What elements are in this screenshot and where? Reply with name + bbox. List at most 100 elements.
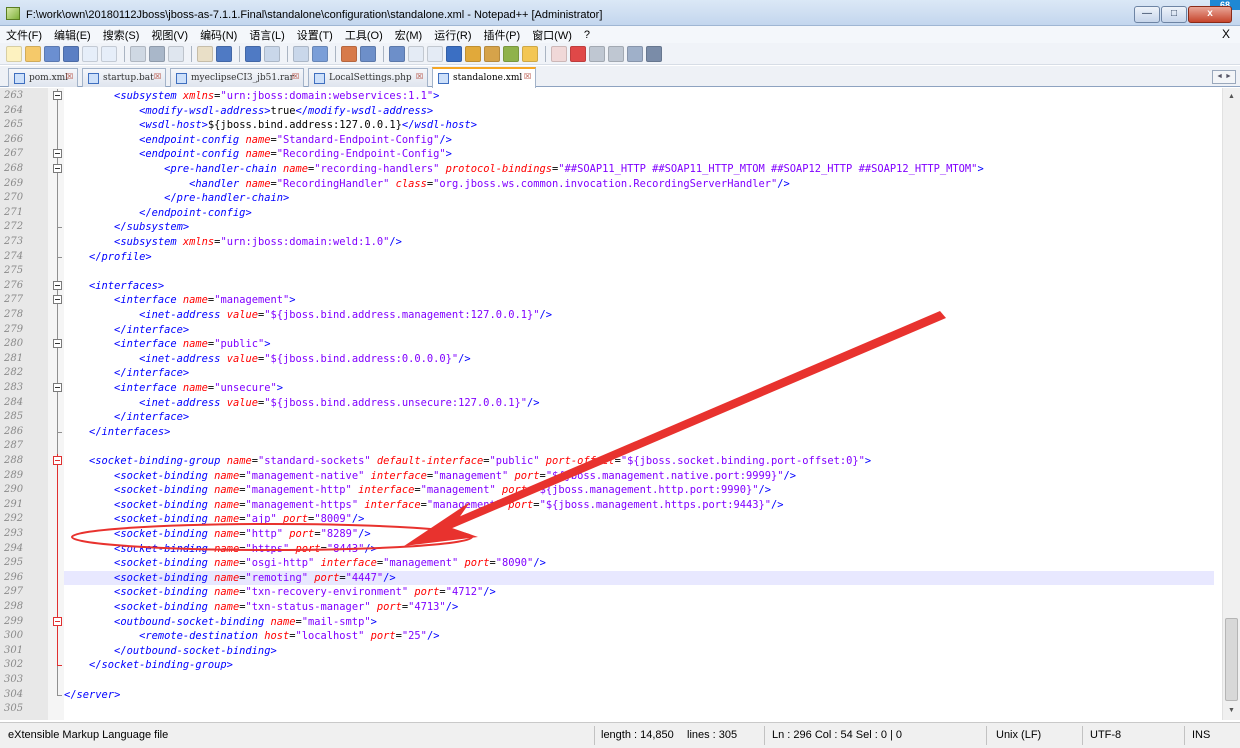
code-line[interactable]: 304 </server>	[4, 688, 1214, 703]
fold-toggle-icon[interactable]	[53, 616, 62, 626]
code-line[interactable]: 296 <socket-binding name="remoting" port…	[4, 570, 1214, 586]
folder-workspace-icon[interactable]	[522, 45, 538, 62]
code-line[interactable]: 283 <interface name="unsecure">	[4, 381, 1214, 396]
new-icon[interactable]	[6, 45, 22, 62]
code-line[interactable]: 302 </socket-binding-group>	[4, 658, 1214, 673]
tab-4[interactable]: standalone.xml ☒	[432, 67, 536, 88]
code-line[interactable]: 294 <socket-binding name="https" port="8…	[4, 542, 1214, 557]
code-line[interactable]: 286 </interfaces>	[4, 425, 1214, 440]
save-icon[interactable]	[44, 45, 60, 62]
code-line[interactable]: 272 </subsystem>	[4, 220, 1214, 235]
fold-toggle-icon[interactable]	[53, 149, 62, 159]
code-line[interactable]: 263 <subsystem xmlns="urn:jboss:domain:w…	[4, 89, 1214, 104]
save-macro-icon[interactable]	[646, 45, 662, 62]
code-line[interactable]: 293 <socket-binding name="http" port="82…	[4, 527, 1214, 542]
code-line[interactable]: 290 <socket-binding name="management-htt…	[4, 483, 1214, 498]
code-line[interactable]: 280 <interface name="public">	[4, 337, 1214, 352]
doc-map-icon[interactable]	[484, 45, 500, 62]
play-macro-icon[interactable]	[608, 45, 624, 62]
scroll-up-arrow-icon[interactable]: ▲	[1226, 91, 1237, 102]
fold-toggle-icon[interactable]	[53, 91, 62, 100]
code-line[interactable]: 300 <remote-destination host="localhost"…	[4, 629, 1214, 644]
code-line[interactable]: 305	[4, 702, 1214, 717]
code-line[interactable]: 298 <socket-binding name="txn-status-man…	[4, 600, 1214, 615]
tab-0[interactable]: pom.xml ☒	[8, 68, 78, 87]
sync-v-icon[interactable]	[360, 45, 376, 62]
tab-close-icon[interactable]: ☒	[524, 73, 533, 82]
zoom-in-icon[interactable]	[312, 45, 328, 62]
fold-toggle-icon[interactable]	[53, 295, 62, 305]
code-line[interactable]: 281 <inet-address value="${jboss.bind.ad…	[4, 352, 1214, 367]
menu-item-7[interactable]: 工具(O)	[339, 27, 389, 43]
close-window-button[interactable]: x	[1188, 6, 1232, 23]
find-icon[interactable]	[264, 45, 280, 62]
code-line[interactable]: 266 <endpoint-config name="Standard-Endp…	[4, 133, 1214, 148]
fold-toggle-icon[interactable]	[53, 280, 62, 290]
code-line[interactable]: 303	[4, 673, 1214, 688]
record-macro-icon[interactable]	[570, 45, 586, 62]
undo-icon[interactable]	[216, 45, 232, 62]
open-icon[interactable]	[25, 45, 41, 62]
fold-toggle-icon[interactable]	[53, 383, 62, 392]
code-line[interactable]: 278 <inet-address value="${jboss.bind.ad…	[4, 308, 1214, 323]
sync-h-icon[interactable]	[389, 45, 405, 62]
menu-item-6[interactable]: 设置(T)	[291, 27, 339, 43]
code-line[interactable]: 265 <wsdl-host>${jboss.bind.address:127.…	[4, 118, 1214, 133]
menu-item-4[interactable]: 编码(N)	[194, 27, 243, 43]
code-line[interactable]: 297 <socket-binding name="txn-recovery-e…	[4, 585, 1214, 600]
cut-icon[interactable]	[149, 45, 165, 62]
paste-icon[interactable]	[197, 45, 213, 62]
code-line[interactable]: 268 <pre-handler-chain name="recording-h…	[4, 162, 1214, 177]
code-line[interactable]: 287	[4, 439, 1214, 454]
code-line[interactable]: 284 <inet-address value="${jboss.bind.ad…	[4, 396, 1214, 411]
code-line[interactable]: 289 <socket-binding name="management-nat…	[4, 469, 1214, 484]
fold-margin[interactable]	[48, 88, 64, 720]
tab-2[interactable]: myeclipseCI3_jb51.rar ☒	[170, 68, 304, 87]
code-line[interactable]: 301 </outbound-socket-binding>	[4, 644, 1214, 659]
zoom-out-icon[interactable]	[341, 45, 357, 62]
all-chars-icon[interactable]	[427, 45, 443, 62]
copy-icon[interactable]	[168, 45, 184, 62]
user-lang-icon[interactable]	[465, 45, 481, 62]
menu-item-3[interactable]: 视图(V)	[145, 27, 194, 43]
fold-toggle-icon[interactable]	[53, 164, 62, 173]
code-line[interactable]: 288 <socket-binding-group name="standard…	[4, 454, 1214, 469]
tab-1[interactable]: startup.bat ☒	[82, 68, 166, 87]
monitor-icon[interactable]	[551, 45, 567, 62]
word-wrap-icon[interactable]	[408, 45, 424, 62]
tab-3[interactable]: LocalSettings.php ☒	[308, 68, 428, 87]
scrollbar-thumb[interactable]	[1225, 618, 1238, 701]
indent-guide-icon[interactable]	[446, 45, 462, 62]
code-line[interactable]: 273 <subsystem xmlns="urn:jboss:domain:w…	[4, 235, 1214, 250]
print-icon[interactable]	[130, 45, 146, 62]
tab-close-icon[interactable]: ☒	[66, 73, 75, 82]
menu-item-1[interactable]: 编辑(E)	[48, 27, 97, 43]
menu-item-2[interactable]: 搜索(S)	[97, 27, 146, 43]
code-line[interactable]: 277 <interface name="management">	[4, 293, 1214, 308]
code-line[interactable]: 275	[4, 264, 1214, 279]
code-line[interactable]: 270 </pre-handler-chain>	[4, 191, 1214, 206]
replace-icon[interactable]	[293, 45, 309, 62]
tab-close-icon[interactable]: ☒	[292, 73, 301, 82]
redo-icon[interactable]	[245, 45, 261, 62]
close-document-button[interactable]: X	[1222, 27, 1230, 41]
code-editor[interactable]: 263 <subsystem xmlns="urn:jboss:domain:w…	[0, 88, 1240, 720]
fold-toggle-icon[interactable]	[53, 456, 62, 465]
run-macro-multiple-icon[interactable]	[627, 45, 643, 62]
code-line[interactable]: 269 <handler name="RecordingHandler" cla…	[4, 177, 1214, 192]
maximize-button[interactable]: □	[1161, 6, 1187, 23]
fold-toggle-icon[interactable]	[53, 339, 62, 349]
menu-item-8[interactable]: 宏(M)	[389, 27, 429, 43]
scroll-down-arrow-icon[interactable]: ▼	[1226, 705, 1237, 716]
menu-item-12[interactable]: ?	[578, 29, 596, 41]
code-line[interactable]: 292 <socket-binding name="ajp" port="800…	[4, 512, 1214, 527]
tab-scroll-arrows[interactable]: ◄ ►	[1212, 70, 1236, 84]
stop-macro-icon[interactable]	[589, 45, 605, 62]
code-line[interactable]: 271 </endpoint-config>	[4, 206, 1214, 221]
code-line[interactable]: 295 <socket-binding name="osgi-http" int…	[4, 556, 1214, 571]
function-list-icon[interactable]	[503, 45, 519, 62]
close-all-icon[interactable]	[101, 45, 117, 62]
code-line[interactable]: 285 </interface>	[4, 410, 1214, 425]
menu-item-5[interactable]: 语言(L)	[243, 27, 290, 43]
menu-item-0[interactable]: 文件(F)	[0, 27, 48, 43]
